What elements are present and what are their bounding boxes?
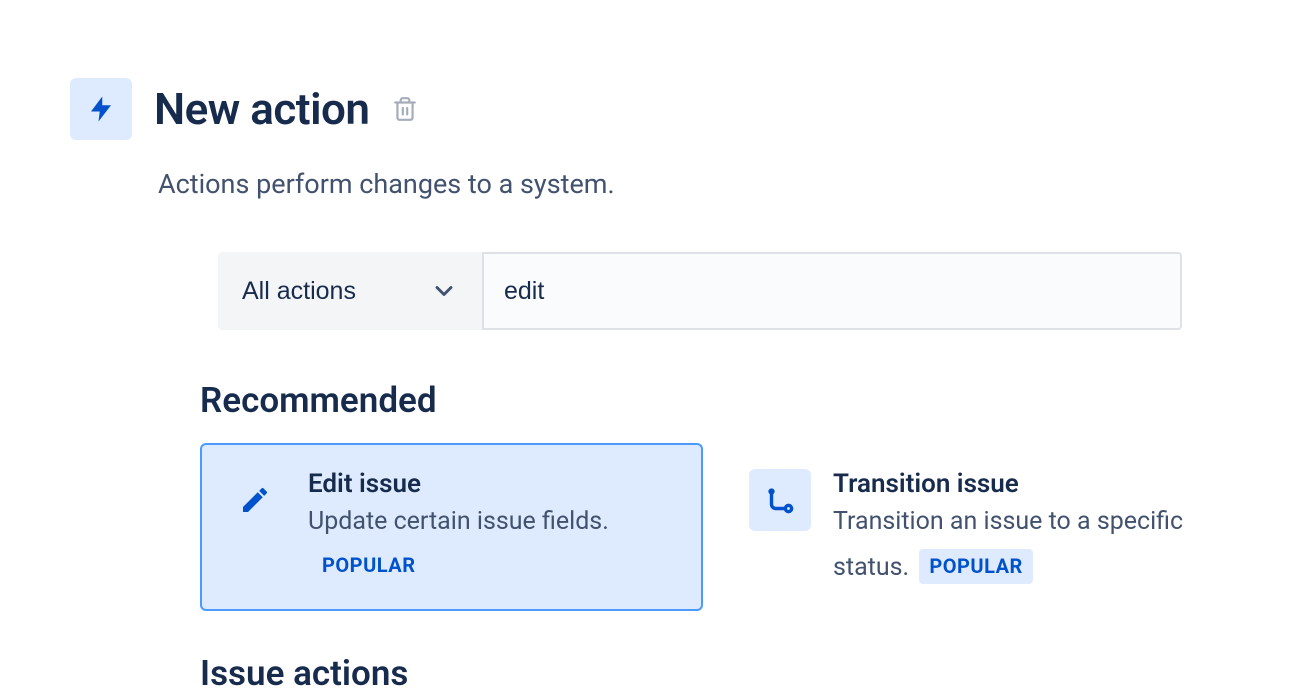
page-title: New action — [154, 83, 370, 135]
filter-row: All actions — [218, 252, 1228, 330]
card-body: Transition issue Transition an issue to … — [833, 469, 1204, 585]
recommended-cards: Edit issue Update certain issue fields. … — [200, 443, 1228, 611]
recommended-heading: Recommended — [200, 380, 1228, 421]
page-subtitle: Actions perform changes to a system. — [158, 168, 1228, 200]
search-input[interactable] — [482, 252, 1182, 330]
chevron-down-icon — [430, 277, 458, 305]
action-card-transition-issue[interactable]: Transition issue Transition an issue to … — [725, 443, 1228, 611]
trash-icon — [392, 94, 418, 124]
card-description: Transition an issue to a specific status… — [833, 505, 1204, 585]
dropdown-label: All actions — [242, 277, 356, 306]
issue-actions-heading: Issue actions — [200, 653, 1228, 694]
action-card-edit-issue[interactable]: Edit issue Update certain issue fields. … — [200, 443, 703, 611]
card-title: Transition issue — [833, 469, 1204, 499]
card-description: Update certain issue fields. — [308, 505, 679, 539]
transition-icon — [749, 469, 811, 531]
actions-filter-dropdown[interactable]: All actions — [218, 252, 482, 330]
popular-badge: POPULAR — [312, 549, 426, 581]
card-title: Edit issue — [308, 469, 679, 499]
delete-button[interactable] — [388, 90, 422, 128]
pencil-icon — [224, 469, 286, 531]
header-row: New action — [70, 78, 1228, 140]
lightning-icon — [70, 78, 132, 140]
card-body: Edit issue Update certain issue fields. … — [308, 469, 679, 581]
popular-badge: POPULAR — [919, 549, 1033, 584]
